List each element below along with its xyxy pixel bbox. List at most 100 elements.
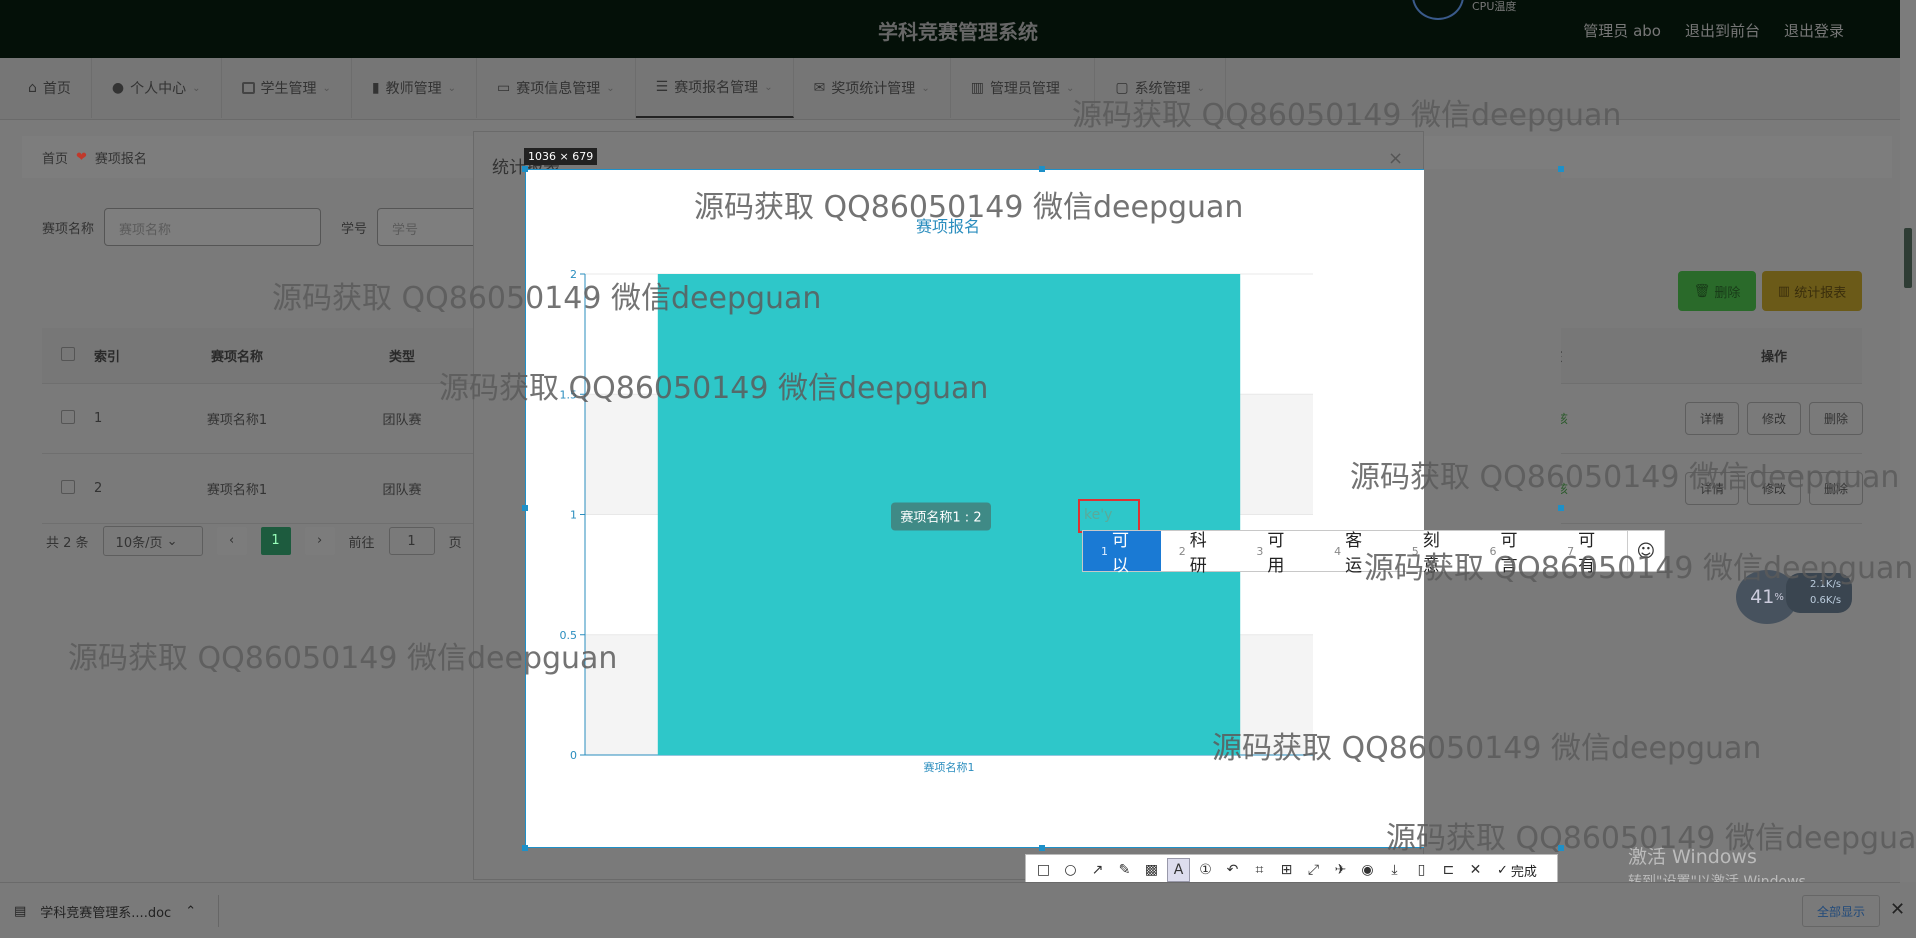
page-number[interactable]: 1 xyxy=(260,527,291,555)
top-links: 管理员 abo 退出到前台 退出登录 xyxy=(1583,20,1844,41)
watermark: 源码获取 QQ86050149 微信deepguan xyxy=(694,190,1244,225)
download-item[interactable]: ▤ 学科竞赛管理系....doc ⌃ xyxy=(14,895,220,927)
resize-handle[interactable] xyxy=(1558,166,1564,172)
arrow-icon[interactable]: ↗ xyxy=(1086,858,1109,882)
logout-link[interactable]: 退出登录 xyxy=(1784,20,1844,41)
resize-handle[interactable] xyxy=(1039,166,1045,172)
download-icon[interactable]: ⤓ xyxy=(1383,858,1406,882)
cell-index: 2 xyxy=(94,481,103,496)
watermark: 源码获取 QQ86050149 微信deepguan xyxy=(439,371,989,406)
download-filename: 学科竞赛管理系....doc xyxy=(40,905,172,921)
chevron-down-icon: ⌄ xyxy=(447,82,456,94)
menu-competition-info[interactable]: ▭ 赛项信息管理 ⌄ xyxy=(477,58,636,118)
ocr-icon[interactable]: ⌗ xyxy=(1248,858,1271,882)
ime-candidate[interactable]: 3 可用 xyxy=(1238,531,1316,576)
resize-handle[interactable] xyxy=(522,166,528,172)
row-ops: 详情 修改 删除 xyxy=(1624,402,1916,435)
menu-personal-center[interactable]: ● 个人中心 ⌄ xyxy=(92,58,222,118)
prev-page-button[interactable]: ‹ xyxy=(216,527,247,555)
menu-registration[interactable]: ☰ 赛项报名管理 ⌄ xyxy=(635,58,794,118)
menu-label: 管理员管理 xyxy=(989,81,1060,97)
menu-award-stats[interactable]: ✉ 奖项统计管理 ⌄ xyxy=(794,58,951,118)
row-checkbox[interactable] xyxy=(42,479,94,498)
menu-label: 教师管理 xyxy=(385,81,442,97)
pencil-icon[interactable]: ✎ xyxy=(1113,858,1136,882)
close-icon[interactable]: ✕ xyxy=(1464,858,1487,882)
stats-button[interactable]: ▥ 统计报表 xyxy=(1762,271,1862,311)
watermark: 源码获取 QQ86050149 微信deepguan xyxy=(272,281,822,316)
select-all-checkbox[interactable] xyxy=(42,346,94,365)
menu-label: 个人中心 xyxy=(130,81,187,97)
next-page-button[interactable]: › xyxy=(304,527,335,555)
mail-icon: ✉ xyxy=(813,80,826,96)
resize-handle[interactable] xyxy=(1039,845,1045,851)
chart-plot-area: 00.511.52赛项名称1赛项名称1 : 2 xyxy=(560,268,1313,774)
record-icon[interactable]: ◉ xyxy=(1356,858,1379,882)
system-title: 学科竞赛管理系统 xyxy=(878,20,1038,44)
delete-label: 删除 xyxy=(1714,285,1741,301)
resize-handle[interactable] xyxy=(1558,845,1564,851)
menu-label: 赛项信息管理 xyxy=(516,81,601,97)
admin-user-link[interactable]: 管理员 abo xyxy=(1583,20,1661,41)
row-checkbox[interactable] xyxy=(42,409,94,428)
top-bar: 学科竞赛管理系统 CPU温度 管理员 abo 退出到前台 退出登录 xyxy=(0,0,1900,58)
chart-icon: ▥ xyxy=(970,80,984,96)
list-icon: ☰ xyxy=(655,79,669,95)
rectangle-icon[interactable]: □ xyxy=(1032,858,1055,882)
menu-label: 首页 xyxy=(42,81,71,97)
download-speed: 0.6K/s xyxy=(1810,595,1842,606)
resize-handle[interactable] xyxy=(522,845,528,851)
row-delete-button[interactable]: 删除 xyxy=(1809,402,1864,435)
scrollbar-thumb[interactable] xyxy=(1904,228,1912,288)
close-icon[interactable]: × xyxy=(1388,148,1403,169)
ime-candidate[interactable]: 1 可以 xyxy=(1083,531,1161,576)
document-icon: ▤ xyxy=(14,903,27,919)
chevron-up-icon[interactable]: ⌃ xyxy=(185,904,196,919)
chart-tooltip: 赛项名称1 : 2 xyxy=(900,510,981,526)
undo-icon[interactable]: ↶ xyxy=(1221,858,1244,882)
gauge-value: 41 xyxy=(1750,586,1775,608)
number-icon[interactable]: ① xyxy=(1194,858,1217,882)
done-button[interactable]: ✓ 完成 xyxy=(1497,861,1537,880)
menu-label: 学生管理 xyxy=(260,81,317,97)
cpu-label: CPU温度 xyxy=(1472,0,1517,13)
show-all-button[interactable]: 全部显示 xyxy=(1802,895,1880,927)
chevron-down-icon: ⌄ xyxy=(921,82,930,94)
detail-button[interactable]: 详情 xyxy=(1684,402,1739,435)
ime-candidate[interactable]: 2 科研 xyxy=(1161,531,1239,576)
chart-icon: ▥ xyxy=(1777,283,1791,299)
page-scrollbar[interactable] xyxy=(1900,0,1916,882)
text-icon[interactable]: A xyxy=(1167,858,1190,882)
edit-button[interactable]: 修改 xyxy=(1746,402,1801,435)
page-size-select[interactable]: 10条/页 ⌄ xyxy=(102,526,203,556)
menu-teacher[interactable]: ▮ 教师管理 ⌄ xyxy=(352,58,477,118)
pagination: 共 2 条 10条/页 ⌄ ‹ 1 › 前往 1 页 xyxy=(46,526,462,556)
goto-input[interactable]: 1 xyxy=(388,527,435,555)
menu-home[interactable]: ⌂ 首页 xyxy=(8,58,92,118)
ellipse-icon[interactable]: ○ xyxy=(1059,858,1082,882)
breadcrumb-home[interactable]: 首页 xyxy=(42,148,68,167)
menu-student[interactable]: 学生管理 ⌄ xyxy=(222,58,352,118)
chevron-down-icon: ⌄ xyxy=(606,82,615,94)
close-icon[interactable]: ✕ xyxy=(1890,899,1905,920)
total-count: 共 2 条 xyxy=(46,535,89,551)
y-tick-label: 1 xyxy=(570,509,577,522)
monitor-icon: ▭ xyxy=(497,80,511,96)
bookmark-icon[interactable]: ⊏ xyxy=(1437,858,1460,882)
watermark: 源码获取 QQ86050149 微信deepguan xyxy=(1072,98,1622,133)
selection-size-tag: 1036 × 679 xyxy=(524,148,598,165)
name-input[interactable]: 赛项名称 xyxy=(104,208,322,246)
cell-type: 团队赛 xyxy=(382,413,422,428)
phone-icon[interactable]: ▯ xyxy=(1410,858,1433,882)
resize-handle[interactable] xyxy=(1558,505,1564,511)
delete-button[interactable]: 🗑 删除 xyxy=(1678,271,1756,311)
back-to-front-link[interactable]: 退出到前台 xyxy=(1685,20,1760,41)
watermark: 源码获取 QQ86050149 微信deepguan xyxy=(1212,731,1762,766)
resize-handle[interactable] xyxy=(522,505,528,511)
mosaic-icon[interactable]: ▩ xyxy=(1140,858,1163,882)
chevron-down-icon: ⌄ xyxy=(166,533,178,549)
translate-icon[interactable]: ⊞ xyxy=(1275,858,1298,882)
long-screenshot-icon[interactable]: ⤢ xyxy=(1302,858,1325,882)
cell-name: 赛项名称1 xyxy=(206,413,268,428)
pin-icon[interactable]: ✈ xyxy=(1329,858,1352,882)
